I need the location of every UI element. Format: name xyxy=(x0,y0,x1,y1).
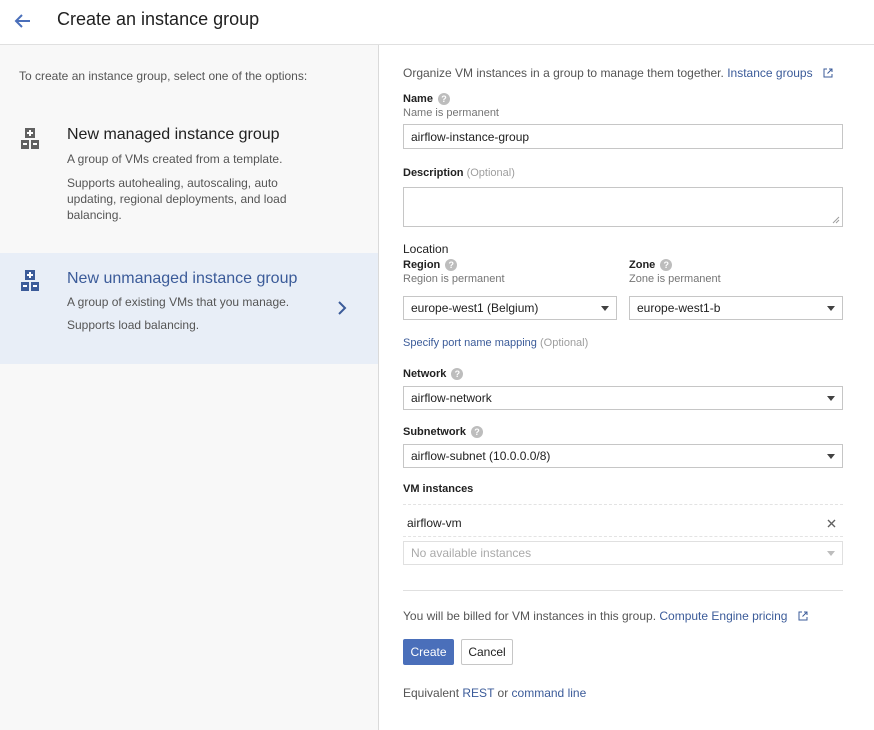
optional-tag: (Optional) xyxy=(539,337,589,349)
equivalent-prefix: Equivalent xyxy=(403,686,460,700)
help-icon[interactable]: ? xyxy=(470,426,483,438)
vm-instances-label: VM instances xyxy=(403,483,474,495)
equivalent-or: or xyxy=(497,686,509,700)
zone-select[interactable]: europe-west1-b xyxy=(629,296,843,320)
name-hint: Name is permanent xyxy=(403,107,499,119)
name-label: Name? xyxy=(403,93,450,105)
optional-tag: (Optional) xyxy=(466,167,515,179)
zone-label-text: Zone xyxy=(629,259,656,271)
option-unmanaged-instance-group[interactable]: New unmanaged instance group A group of … xyxy=(0,253,378,364)
name-label-text: Name xyxy=(403,93,433,105)
help-icon[interactable]: ? xyxy=(451,368,464,380)
region-value: europe-west1 (Belgium) xyxy=(411,301,539,315)
options-panel: To create an instance group, select one … xyxy=(0,45,379,730)
network-value: airflow-network xyxy=(411,391,492,405)
subnetwork-select[interactable]: airflow-subnet (10.0.0.0/8) xyxy=(403,444,843,468)
region-label-text: Region xyxy=(403,259,441,271)
region-hint: Region is permanent xyxy=(403,273,505,285)
equivalent-row: Equivalent REST or command line xyxy=(403,686,586,700)
network-select[interactable]: airflow-network xyxy=(403,386,843,410)
external-link-icon[interactable] xyxy=(823,68,833,78)
subnetwork-label-text: Subnetwork xyxy=(403,426,466,438)
compute-engine-pricing-link[interactable]: Compute Engine pricing xyxy=(659,609,787,623)
arrow-back-icon xyxy=(14,14,30,28)
network-label: Network? xyxy=(403,368,464,380)
help-icon[interactable]: ? xyxy=(445,259,458,271)
help-icon[interactable]: ? xyxy=(437,93,450,105)
dropdown-caret-icon xyxy=(827,395,835,401)
external-link-icon[interactable] xyxy=(798,611,808,621)
dropdown-caret-icon xyxy=(827,453,835,459)
resize-handle-icon[interactable] xyxy=(832,216,840,224)
help-icon[interactable]: ? xyxy=(660,259,673,271)
create-button[interactable]: Create xyxy=(403,639,454,665)
name-input[interactable]: airflow-instance-group xyxy=(403,124,843,149)
remove-icon[interactable] xyxy=(827,519,836,528)
description-textarea[interactable] xyxy=(403,187,843,227)
option-description: A group of VMs created from a template. xyxy=(67,152,283,166)
network-label-text: Network xyxy=(403,368,447,380)
option-managed-instance-group[interactable]: New managed instance group A group of VM… xyxy=(0,115,378,235)
dropdown-caret-icon xyxy=(827,305,835,311)
option-description: A group of existing VMs that you manage. xyxy=(67,295,290,309)
rest-link[interactable]: REST xyxy=(462,686,494,700)
vm-instances-placeholder: No available instances xyxy=(411,546,532,560)
option-features: Supports autohealing, autoscaling, auto … xyxy=(67,176,287,222)
back-button[interactable] xyxy=(10,8,36,34)
port-mapping-link[interactable]: Specify port name mapping xyxy=(403,337,537,349)
divider xyxy=(403,590,843,591)
vm-instances-select[interactable]: No available instances xyxy=(403,541,843,565)
region-label: Region? xyxy=(403,259,458,271)
form-intro: Organize VM instances in a group to mana… xyxy=(403,66,833,80)
instance-group-add-icon xyxy=(21,128,39,149)
subnetwork-value: airflow-subnet (10.0.0.0/8) xyxy=(411,449,551,463)
instance-groups-link[interactable]: Instance groups xyxy=(727,66,812,80)
page-header: Create an instance group xyxy=(0,0,874,45)
dropdown-caret-icon xyxy=(827,550,835,556)
cancel-button[interactable]: Cancel xyxy=(461,639,513,665)
zone-label: Zone? xyxy=(629,259,673,271)
region-select[interactable]: europe-west1 (Belgium) xyxy=(403,296,617,320)
dropdown-caret-icon xyxy=(601,305,609,311)
option-title: New unmanaged instance group xyxy=(67,270,298,287)
create-form: Organize VM instances in a group to mana… xyxy=(380,45,874,730)
vm-instance-item: airflow-vm xyxy=(407,516,462,530)
chevron-right-icon xyxy=(338,301,347,315)
option-features: Supports load balancing. xyxy=(67,318,200,332)
port-mapping-row: Specify port name mapping (Optional) xyxy=(403,337,588,349)
zone-hint: Zone is permanent xyxy=(629,273,721,285)
instance-group-add-icon xyxy=(21,270,39,291)
billing-note: You will be billed for VM instances in t… xyxy=(403,609,808,623)
zone-value: europe-west1-b xyxy=(637,301,721,315)
billing-text: You will be billed for VM instances in t… xyxy=(403,609,657,623)
page-title: Create an instance group xyxy=(57,9,260,29)
description-label-text: Description xyxy=(403,167,464,179)
option-title: New managed instance group xyxy=(67,126,280,143)
description-label: Description (Optional) xyxy=(403,167,515,179)
divider xyxy=(403,504,843,505)
command-line-link[interactable]: command line xyxy=(512,686,587,700)
form-intro-text: Organize VM instances in a group to mana… xyxy=(403,66,724,80)
options-intro: To create an instance group, select one … xyxy=(19,69,308,83)
subnetwork-label: Subnetwork? xyxy=(403,426,483,438)
location-heading: Location xyxy=(403,242,449,256)
divider xyxy=(403,536,843,537)
